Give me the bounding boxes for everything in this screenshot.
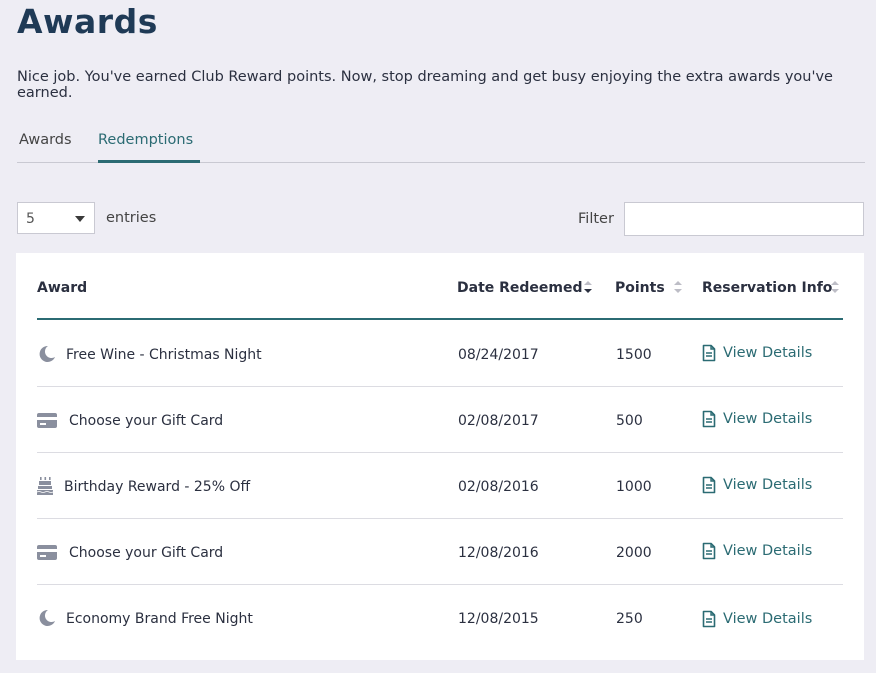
points-value: 1000 xyxy=(616,479,652,495)
award-name: Free Wine - Christmas Night xyxy=(66,347,262,363)
credit-card-icon xyxy=(37,545,57,560)
document-icon xyxy=(702,344,716,362)
view-details-label: View Details xyxy=(723,543,813,559)
caret-down-icon xyxy=(75,216,85,222)
page-length-value: 5 xyxy=(26,211,35,227)
view-details-label: View Details xyxy=(723,611,813,627)
points-value: 1500 xyxy=(616,347,652,363)
document-icon xyxy=(702,476,716,494)
points-value: 500 xyxy=(616,413,643,429)
date-redeemed: 02/08/2016 xyxy=(458,479,539,495)
tab-redemptions-label: Redemptions xyxy=(98,132,194,148)
table-header: Award Date Redeemed Points Reservation I… xyxy=(37,253,843,320)
date-redeemed: 12/08/2015 xyxy=(458,611,539,627)
view-details-label: View Details xyxy=(723,345,813,361)
page-title: Awards xyxy=(17,2,158,41)
table-row: Choose your Gift Card 12/08/2016 2000 Vi… xyxy=(37,518,843,585)
table-row: Choose your Gift Card 02/08/2017 500 Vie… xyxy=(37,386,843,453)
award-name: Choose your Gift Card xyxy=(69,413,224,429)
sort-icon[interactable] xyxy=(673,280,683,294)
filter-label: Filter xyxy=(578,211,614,227)
view-details-label: View Details xyxy=(723,411,813,427)
tab-redemptions[interactable]: Redemptions xyxy=(98,132,200,163)
sort-icon[interactable] xyxy=(830,280,840,294)
view-details-label: View Details xyxy=(723,477,813,493)
filter-input[interactable] xyxy=(624,202,864,236)
award-name: Choose your Gift Card xyxy=(69,545,224,561)
page-length-select[interactable]: 5 xyxy=(17,202,95,234)
table-row: Birthday Reward - 25% Off 02/08/2016 100… xyxy=(37,452,843,519)
awards-page: Awards Nice job. You've earned Club Rewa… xyxy=(0,0,876,673)
sort-desc-icon[interactable] xyxy=(583,280,593,294)
column-header-date[interactable]: Date Redeemed xyxy=(457,280,583,296)
tab-bar: Awards Redemptions xyxy=(17,130,865,163)
moon-icon xyxy=(39,609,55,626)
tab-awards[interactable]: Awards xyxy=(19,132,72,160)
date-redeemed: 08/24/2017 xyxy=(458,347,539,363)
document-icon xyxy=(702,410,716,428)
birthday-cake-icon xyxy=(37,477,54,495)
points-value: 250 xyxy=(616,611,643,627)
award-name: Birthday Reward - 25% Off xyxy=(64,479,251,495)
column-header-reservation[interactable]: Reservation Info xyxy=(702,280,832,296)
document-icon xyxy=(702,542,716,560)
column-header-points[interactable]: Points xyxy=(615,280,665,296)
moon-icon xyxy=(39,345,55,362)
award-name: Economy Brand Free Night xyxy=(66,611,253,627)
date-redeemed: 02/08/2017 xyxy=(458,413,539,429)
document-icon xyxy=(702,610,716,628)
credit-card-icon xyxy=(37,413,57,428)
entries-label: entries xyxy=(106,210,157,226)
column-header-award[interactable]: Award xyxy=(37,280,87,296)
date-redeemed: 12/08/2016 xyxy=(458,545,539,561)
points-value: 2000 xyxy=(616,545,652,561)
table-row: Free Wine - Christmas Night 08/24/2017 1… xyxy=(37,320,843,387)
intro-text: Nice job. You've earned Club Reward poin… xyxy=(17,69,833,101)
redemptions-table: Award Date Redeemed Points Reservation I… xyxy=(16,253,864,660)
table-row: Economy Brand Free Night 12/08/2015 250 … xyxy=(37,584,843,650)
